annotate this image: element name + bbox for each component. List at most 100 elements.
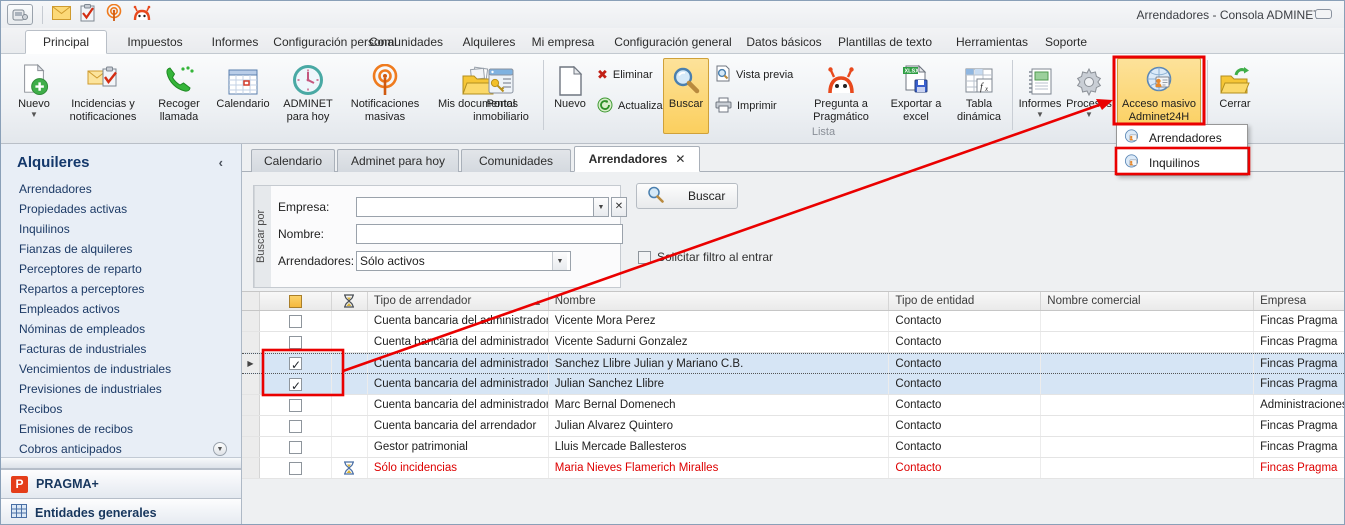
table-row[interactable]: Cuenta bancaria del arrendador Julian Al… — [242, 416, 1345, 437]
column-header-entidad[interactable]: Tipo de entidad — [889, 292, 1041, 310]
nombre-input[interactable] — [356, 224, 623, 244]
tab-herramientas[interactable]: Herramientas — [949, 31, 1035, 54]
procesos-button[interactable]: Procesos ▼ — [1065, 58, 1113, 134]
column-header-empresa[interactable]: Empresa — [1254, 292, 1345, 310]
select-dropdown-icon[interactable]: ▼ — [552, 252, 567, 270]
sidebar-section-pragma[interactable]: P PRAGMA+ — [1, 469, 241, 498]
empresa-clear-icon[interactable]: ✕ — [611, 197, 627, 217]
clipboard-check-icon[interactable] — [80, 4, 96, 25]
tab-impuestos[interactable]: Impuestos — [113, 31, 197, 54]
tab-comunidades[interactable]: Comunidades — [361, 31, 451, 54]
sidebar-item-arrendadores[interactable]: Arrendadores — [1, 179, 241, 199]
row-checkbox-checked[interactable] — [289, 357, 302, 370]
hourglass-column-header[interactable] — [332, 292, 368, 310]
table-row-selected[interactable]: Cuenta bancaria del administrador Julian… — [242, 374, 1345, 395]
pregunta-pragmatico-button[interactable]: Pregunta a Pragmático — [801, 58, 881, 134]
solicitar-filtro-row[interactable]: Solicitar filtro al entrar — [638, 250, 773, 264]
sidebar-item-nominas[interactable]: Nóminas de empleados — [1, 319, 241, 339]
table-row[interactable]: Gestor patrimonial Lluis Mercade Ballest… — [242, 437, 1345, 458]
column-header-tipo[interactable]: Tipo de arrendador▲ — [368, 292, 549, 310]
minimize-button[interactable] — [1315, 9, 1332, 19]
arrendadores-select[interactable]: Sólo activos ▼ — [356, 251, 571, 271]
tab-datos-basicos[interactable]: Datos básicos — [739, 31, 829, 54]
row-select-cell[interactable] — [260, 416, 332, 436]
imprimir-button[interactable]: Imprimir — [715, 95, 793, 117]
row-checkbox[interactable] — [289, 441, 302, 454]
sidebar-item-propiedades-activas[interactable]: Propiedades activas — [1, 199, 241, 219]
doc-tab-comunidades[interactable]: Comunidades — [461, 149, 571, 172]
doc-tab-arrendadores[interactable]: Arrendadores✕ — [574, 146, 700, 172]
app-icon[interactable] — [7, 4, 33, 25]
tab-configuracion-general[interactable]: Configuración general — [609, 31, 737, 54]
table-row-selected[interactable]: ▶ Cuenta bancaria del administrador Sanc… — [242, 353, 1345, 374]
tab-principal[interactable]: Principal — [25, 30, 107, 54]
cerrar-button[interactable]: Cerrar — [1211, 58, 1259, 134]
sidebar-item-cobros-anticipados[interactable]: ▼ Cobros anticipados — [1, 439, 241, 459]
actualizar-button[interactable]: Actualizar — [597, 95, 666, 117]
sidebar-splitter[interactable] — [1, 457, 241, 469]
notificaciones-masivas-button[interactable]: Notificaciones masivas — [341, 58, 429, 134]
portal-inmobiliario-button[interactable]: Portal inmobiliario — [463, 58, 539, 134]
empresa-input[interactable] — [356, 197, 594, 217]
sidebar-section-entidades-generales[interactable]: Entidades generales — [1, 498, 241, 525]
sidebar-item-vencimientos[interactable]: Vencimientos de industriales — [1, 359, 241, 379]
tab-mi-empresa[interactable]: Mi empresa — [525, 31, 601, 54]
sidebar-item-inquilinos[interactable]: Inquilinos — [1, 219, 241, 239]
mail-icon[interactable] — [52, 6, 71, 23]
sidebar-item-empleados[interactable]: Empleados activos — [1, 299, 241, 319]
collapse-chevron-icon[interactable]: ‹ — [219, 155, 223, 170]
select-all-checkbox[interactable] — [289, 295, 302, 308]
solicitar-filtro-checkbox[interactable] — [638, 251, 651, 264]
sidebar-item-emisiones[interactable]: Emisiones de recibos — [1, 419, 241, 439]
row-checkbox[interactable] — [289, 336, 302, 349]
row-checkbox[interactable] — [289, 462, 302, 475]
empresa-dropdown-icon[interactable]: ▼ — [594, 197, 609, 217]
close-tab-icon[interactable]: ✕ — [675, 152, 685, 166]
nuevo-lista-button[interactable]: Nuevo — [547, 58, 593, 134]
row-checkbox[interactable] — [289, 399, 302, 412]
row-select-cell[interactable] — [260, 374, 332, 394]
tab-plantillas-de-texto[interactable]: Plantillas de texto — [829, 31, 941, 54]
incidencias-notificaciones-button[interactable]: Incidencias y notificaciones — [59, 58, 147, 134]
tab-informes[interactable]: Informes — [201, 31, 269, 54]
adminet-para-hoy-button[interactable]: ADMINET para hoy — [277, 58, 339, 134]
robot-icon[interactable] — [132, 5, 152, 25]
row-checkbox-checked[interactable] — [289, 378, 302, 391]
menu-item-inquilinos[interactable]: Inquilinos — [1117, 150, 1247, 175]
row-select-cell[interactable] — [260, 354, 332, 373]
sidebar-item-recibos[interactable]: Recibos — [1, 399, 241, 419]
sidebar-item-perceptores[interactable]: Perceptores de reparto — [1, 259, 241, 279]
eliminar-button[interactable]: ✖ Eliminar — [597, 64, 666, 86]
sidebar-item-previsiones[interactable]: Previsiones de industriales — [1, 379, 241, 399]
row-checkbox[interactable] — [289, 315, 302, 328]
row-select-cell[interactable] — [260, 311, 332, 331]
tab-alquileres[interactable]: Alquileres — [451, 31, 527, 54]
buscar-button[interactable]: Buscar — [663, 58, 709, 134]
table-row[interactable]: Cuenta bancaria del administrador Vicent… — [242, 332, 1345, 353]
tab-soporte[interactable]: Soporte — [1037, 31, 1095, 54]
acceso-masivo-adminet24h-button[interactable]: Acceso masivo Adminet24H ▼ — [1117, 58, 1201, 134]
column-header-comercial[interactable]: Nombre comercial — [1041, 292, 1254, 310]
column-header-nombre[interactable]: Nombre — [549, 292, 890, 310]
row-select-cell[interactable] — [260, 395, 332, 415]
doc-tab-adminet-para-hoy[interactable]: Adminet para hoy — [337, 149, 459, 172]
sidebar-item-fianzas[interactable]: Fianzas de alquileres — [1, 239, 241, 259]
sidebar-item-repartos[interactable]: Repartos a perceptores — [1, 279, 241, 299]
select-all-header[interactable] — [260, 292, 332, 310]
table-row-incidents[interactable]: Sólo incidencias Maria Nieves Flamerich … — [242, 458, 1345, 479]
scroll-down-icon[interactable]: ▼ — [213, 442, 227, 456]
row-checkbox[interactable] — [289, 420, 302, 433]
informes-button[interactable]: Informes ▼ — [1015, 58, 1065, 134]
vista-previa-button[interactable]: Vista previa — [715, 64, 793, 86]
menu-item-arrendadores[interactable]: Arrendadores — [1117, 125, 1247, 150]
tabla-dinamica-button[interactable]: fx Tabla dinámica — [949, 58, 1009, 134]
row-select-cell[interactable] — [260, 437, 332, 457]
recoger-llamada-button[interactable]: Recoger llamada — [149, 58, 209, 134]
nuevo-button[interactable]: Nuevo ▼ — [11, 58, 57, 134]
doc-tab-calendario[interactable]: Calendario — [251, 149, 335, 172]
calendario-button[interactable]: Calendario — [211, 58, 275, 134]
table-row[interactable]: Cuenta bancaria del administrador Marc B… — [242, 395, 1345, 416]
row-select-cell[interactable] — [260, 332, 332, 352]
exportar-excel-button[interactable]: XLSX Exportar a excel — [885, 58, 947, 134]
broadcast-icon[interactable] — [105, 4, 123, 25]
